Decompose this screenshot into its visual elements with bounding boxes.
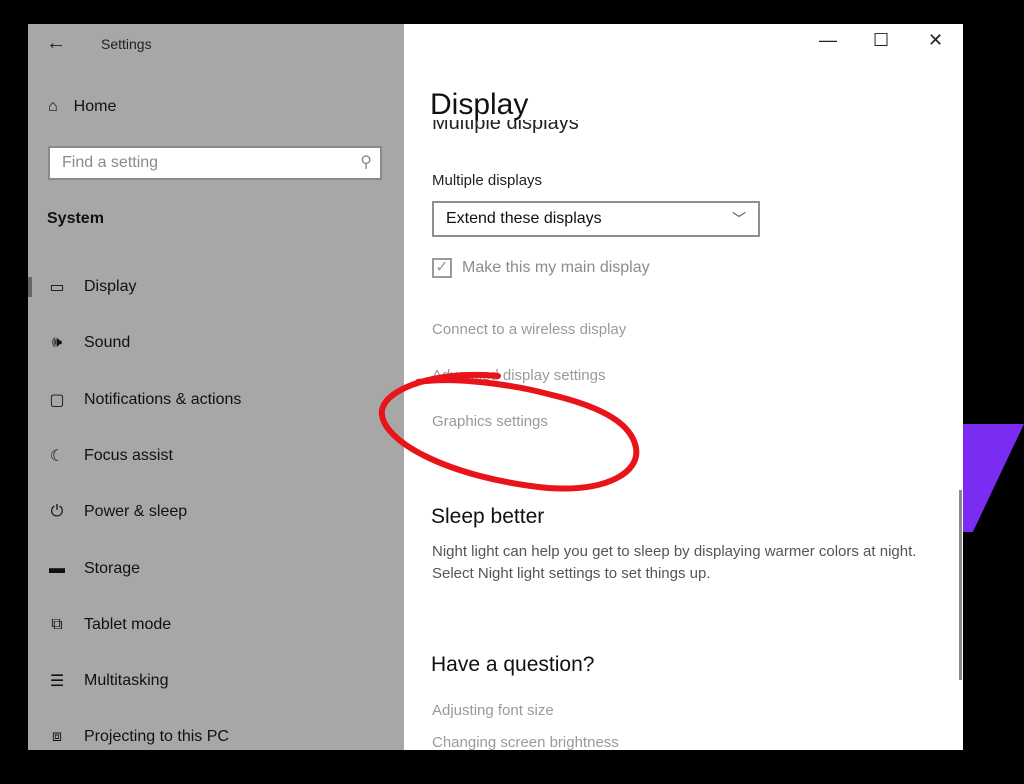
sidebar-item-label: Focus assist [84, 446, 173, 464]
moon-icon: ☾ [49, 447, 65, 465]
background-shape [960, 424, 1024, 532]
home-icon: ⌂ [48, 98, 58, 115]
sidebar-item-storage[interactable]: ▬ Storage [28, 541, 404, 597]
sleep-heading: Sleep better [431, 505, 545, 528]
power-icon: ⏻ [50, 503, 64, 521]
multiple-displays-label: Multiple displays [432, 172, 543, 189]
home-nav[interactable]: ⌂ Home [48, 98, 116, 116]
sleep-text: Night light can help you get to sleep by… [432, 543, 917, 582]
sidebar-item-sound[interactable]: 🕪 Sound [28, 315, 404, 371]
back-button[interactable]: ← [46, 32, 66, 55]
storage-icon: ▬ [49, 559, 65, 577]
minimize-button[interactable]: — [819, 30, 837, 51]
red-circle-annotation [378, 371, 640, 492]
sidebar-item-tablet-mode[interactable]: ⧉ Tablet mode [28, 597, 404, 653]
sidebar-item-focus-assist[interactable]: ☾ Focus assist [28, 428, 404, 484]
sidebar-item-display[interactable]: ▭ Display [28, 259, 404, 315]
speaker-icon: 🕪 [51, 334, 63, 352]
sidebar-item-label: Multitasking [84, 672, 169, 690]
checkmark-icon: ✓ [432, 258, 452, 278]
multitasking-icon: ☰ [49, 673, 65, 691]
sidebar-item-label: Display [84, 278, 137, 295]
sidebar-item-projecting-to-this-pc[interactable]: ⧈ Projecting to this PC [28, 709, 404, 750]
monitor-icon: ▭ [49, 279, 65, 296]
sidebar-item-label: Power & sleep [84, 503, 188, 521]
section-label: System [47, 210, 104, 227]
question-heading: Have a question? [431, 653, 595, 676]
scrollbar[interactable] [959, 490, 962, 680]
projecting-icon: ⧈ [51, 728, 63, 746]
section-heading: Multiple displays [432, 120, 579, 134]
close-button[interactable]: ✕ [928, 30, 943, 51]
sidebar-item-label: Sound [84, 334, 131, 352]
page-title: Display [430, 88, 529, 121]
maximize-button[interactable]: ☐ [873, 30, 889, 51]
sidebar-item-multitasking[interactable]: ☰ Multitasking [28, 653, 404, 709]
sidebar-item-label: Storage [84, 559, 141, 577]
sidebar-item-label: Notifications & actions [84, 390, 242, 408]
tablet-icon: ⧉ [51, 615, 63, 633]
search-icon[interactable]: ⚲ [360, 152, 372, 172]
sidebar-item-notifications-actions[interactable]: ▢ Notifications & actions [28, 372, 404, 428]
sidebar-item-label: Tablet mode [84, 615, 172, 633]
message-icon: ▢ [49, 391, 65, 409]
sidebar: ← Settings ⌂ Home ⚲ System ▭ Display 🕪 Soun… [28, 24, 404, 750]
main-display-checkbox[interactable]: ✓ Make this my main display [432, 258, 650, 278]
help-link-brightness[interactable]: Changing screen brightness [432, 734, 619, 750]
help-link-font-size[interactable]: Adjusting font size [432, 702, 554, 719]
sidebar-item-power-sleep[interactable]: ⏻ Power & sleep [28, 484, 404, 540]
search-input[interactable] [60, 148, 354, 178]
wireless-display-link[interactable]: Connect to a wireless display [432, 321, 626, 338]
chevron-down-icon: ﹀ [732, 211, 746, 227]
search-box[interactable]: ⚲ [48, 146, 382, 180]
app-title: Settings [101, 36, 152, 52]
sidebar-item-label: Projecting to this PC [84, 728, 229, 746]
multiple-displays-dropdown[interactable]: Extend these displays ﹀ [432, 201, 760, 237]
